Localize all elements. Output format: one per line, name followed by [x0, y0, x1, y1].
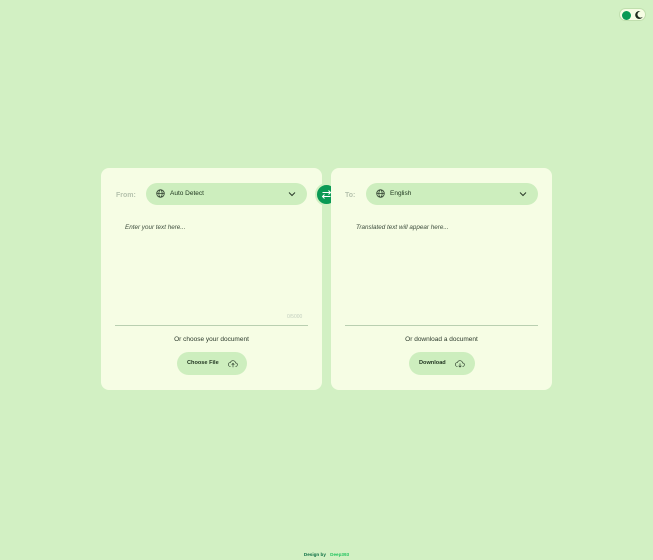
source-language-value: Auto Detect: [170, 190, 204, 197]
character-counter: 0/5000: [287, 314, 303, 320]
choose-document-caption: Or choose your document: [174, 336, 249, 343]
source-language-select[interactable]: Auto Detect: [146, 183, 307, 205]
choose-file-label: Choose File: [187, 360, 219, 366]
footer-credit: Design by Deep393: [0, 552, 653, 557]
target-language-value: English: [390, 190, 412, 197]
source-panel: From: Auto Detect Enter your text here..…: [101, 168, 322, 390]
globe-icon: [376, 189, 385, 198]
divider: [345, 325, 538, 326]
moon-icon: [635, 10, 643, 19]
footer-author-link[interactable]: Deep393: [330, 552, 349, 557]
sun-dot-icon: [622, 10, 631, 20]
source-text-input[interactable]: Enter your text here...: [125, 224, 186, 231]
chevron-down-icon: [288, 192, 296, 197]
cloud-download-icon: [455, 360, 465, 368]
footer-prefix: Design by: [303, 552, 326, 557]
download-label: Download: [419, 360, 446, 366]
download-button[interactable]: Download: [409, 352, 475, 375]
cloud-upload-icon: [228, 360, 238, 368]
target-language-select[interactable]: English: [366, 183, 538, 205]
from-label: From:: [116, 192, 136, 199]
globe-icon: [156, 189, 165, 198]
chevron-down-icon: [519, 192, 527, 197]
choose-file-button[interactable]: Choose File: [177, 352, 247, 375]
theme-toggle[interactable]: [619, 8, 646, 21]
translated-text-output: Translated text will appear here...: [356, 224, 449, 231]
target-panel: To: English Translated text will appear …: [331, 168, 552, 390]
divider: [115, 325, 308, 326]
download-document-caption: Or download a document: [405, 336, 478, 343]
to-label: To:: [345, 192, 356, 199]
